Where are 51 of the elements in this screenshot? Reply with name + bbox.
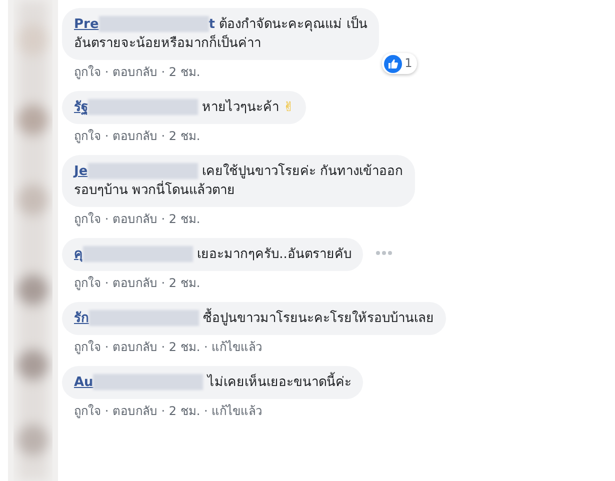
separator-dot: · xyxy=(104,276,110,290)
action-link[interactable]: 2 ชม. xyxy=(168,276,200,290)
comment-text: หายไวๆนะค้า xyxy=(202,100,280,115)
reaction-count: 1 xyxy=(404,55,412,72)
action-link[interactable]: แก้ไขแล้ว xyxy=(212,404,263,418)
separator-dot: · xyxy=(202,404,209,418)
commenter-name[interactable]: t xyxy=(208,17,215,32)
separator-dot: · xyxy=(160,404,166,418)
action-link[interactable]: ตอบกลับ xyxy=(112,404,158,418)
separator-dot: · xyxy=(160,276,166,290)
separator-dot: · xyxy=(104,65,110,79)
separator-dot: · xyxy=(104,404,110,418)
commenter-name[interactable]: รัฐ xyxy=(74,100,88,115)
action-link[interactable]: ตอบกลับ xyxy=(112,129,158,143)
action-link[interactable]: ตอบกลับ xyxy=(112,276,158,290)
commenter-name[interactable]: Je xyxy=(74,164,88,179)
separator-dot: · xyxy=(104,129,110,143)
action-link[interactable]: 2 ชม. xyxy=(168,212,200,226)
action-link[interactable]: 2 ชม. xyxy=(168,340,200,354)
separator-dot: · xyxy=(160,65,166,79)
separator-dot: · xyxy=(160,129,166,143)
action-link[interactable]: ตอบกลับ xyxy=(112,212,158,226)
action-link[interactable]: 2 ชม. xyxy=(168,65,200,79)
comment-text: เยอะมากๆครับ..อันตรายคับ xyxy=(197,247,352,262)
action-link[interactable]: 2 ชม. xyxy=(168,129,200,143)
action-link[interactable]: ถูกใจ xyxy=(74,129,101,143)
comment-text: อันตรายจะน้อยหรือมากก็เป็นค่าา xyxy=(74,36,261,51)
action-link[interactable]: ถูกใจ xyxy=(74,340,101,354)
action-link[interactable]: 2 ชม. xyxy=(168,404,200,418)
action-link[interactable]: ตอบกลับ xyxy=(112,340,158,354)
commenter-name[interactable]: รัก xyxy=(74,311,89,326)
separator-dot: · xyxy=(104,340,110,354)
action-link[interactable]: แก้ไขแล้ว xyxy=(212,340,263,354)
reaction-badge[interactable]: 1 xyxy=(382,53,418,74)
commenter-name[interactable]: Au xyxy=(74,375,94,390)
comment-text: เคยใช้ปูนขาวโรยค่ะ กันทางเข้าออก xyxy=(202,164,403,179)
commenter-name[interactable]: Pre xyxy=(74,17,99,32)
separator-dot: · xyxy=(202,340,209,354)
comment-text: รอบๆบ้าน พวกนี่โดนแล้วตาย xyxy=(74,183,236,198)
separator-dot: · xyxy=(160,212,166,226)
action-link[interactable]: ถูกใจ xyxy=(74,276,101,290)
action-link[interactable]: ตอบกลับ xyxy=(112,65,158,79)
like-icon xyxy=(384,54,402,72)
comment-text: ต้องกำจัดนะคะคุณแม่ เป็น xyxy=(219,17,368,32)
separator-dot: · xyxy=(104,212,110,226)
action-link[interactable]: ถูกใจ xyxy=(74,65,101,79)
commenter-name[interactable]: คุ xyxy=(74,247,83,262)
separator-dot: · xyxy=(160,340,166,354)
action-link[interactable]: ถูกใจ xyxy=(74,404,101,418)
emoji: ✌ xyxy=(283,100,294,115)
action-link[interactable]: ถูกใจ xyxy=(74,212,101,226)
